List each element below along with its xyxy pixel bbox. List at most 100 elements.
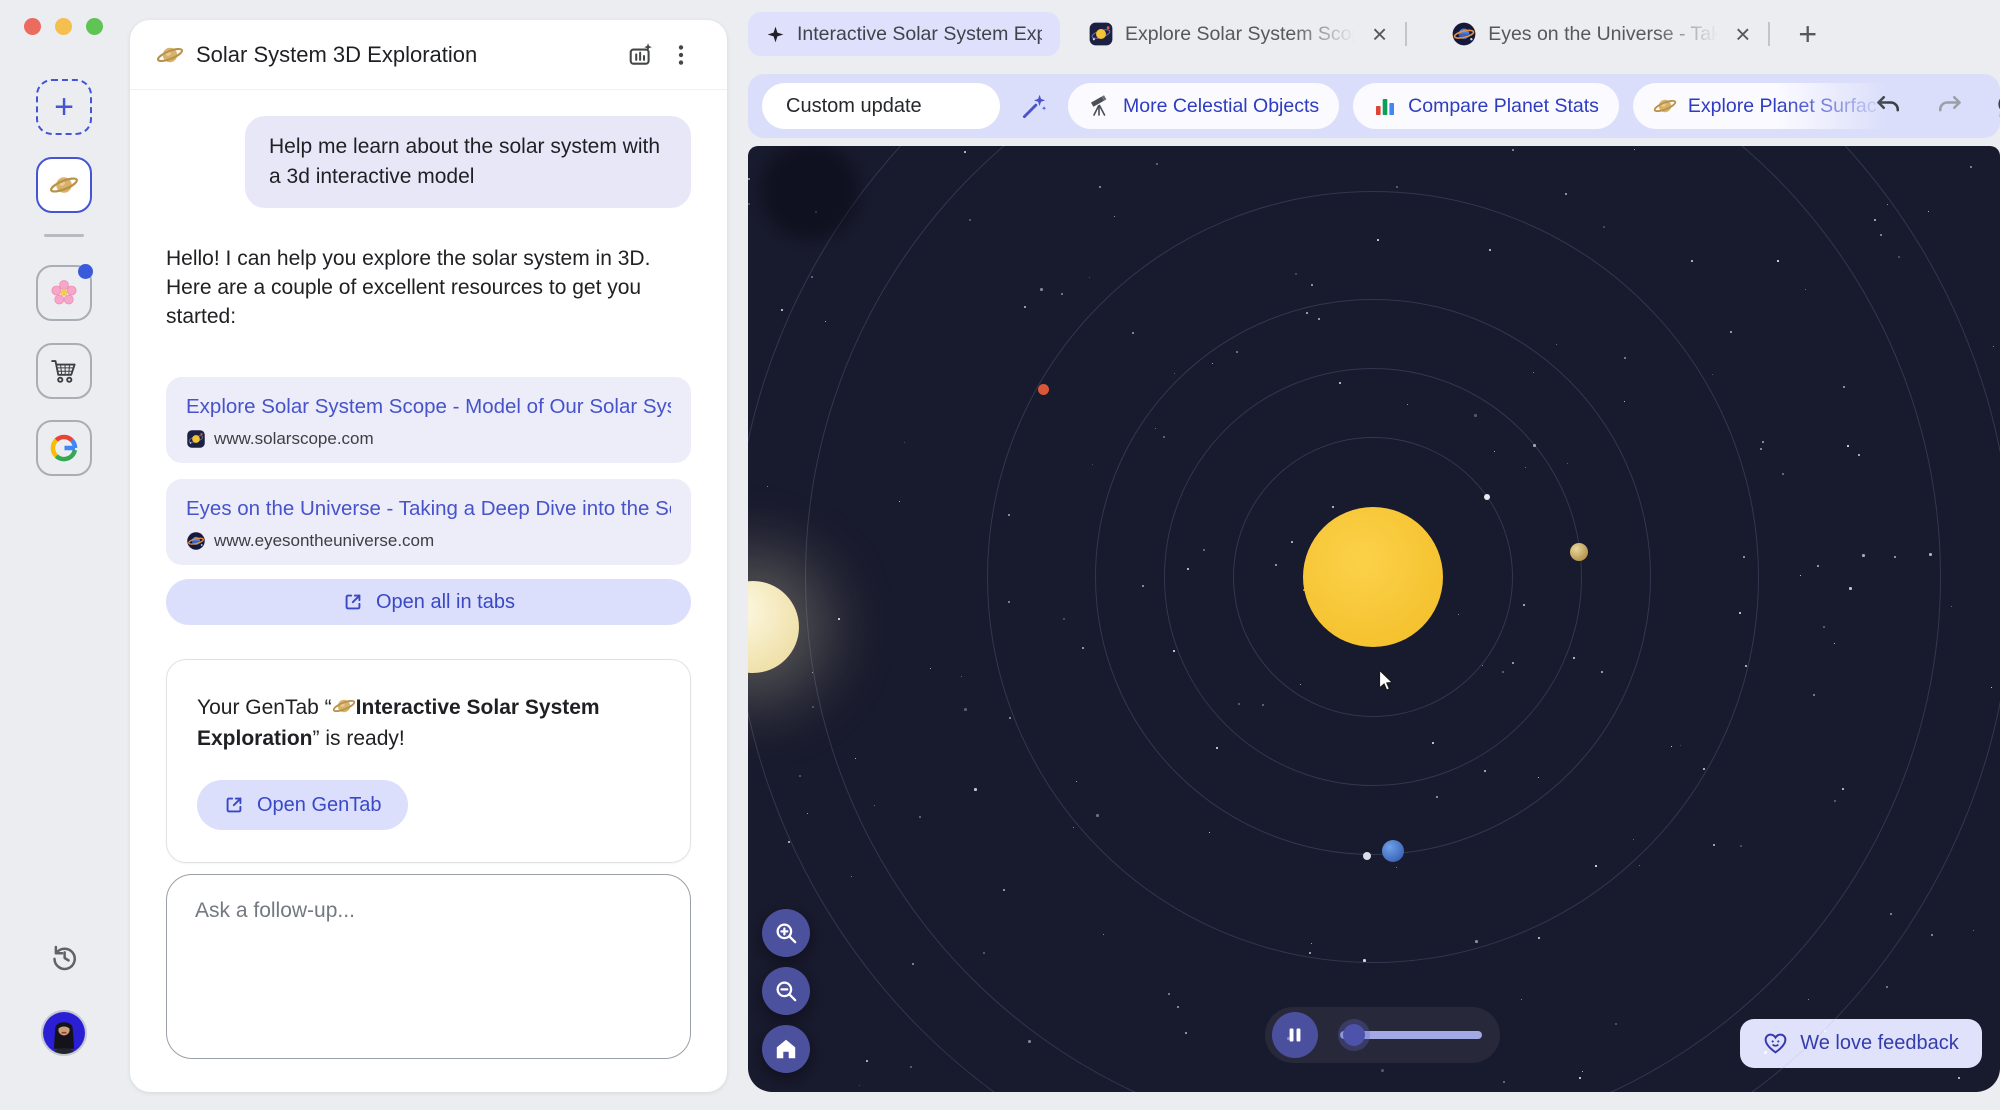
new-tab-button[interactable]: + [1798,18,1817,50]
tab-label: Interactive Solar System Explor... [797,23,1042,46]
assistant-message: Hello! I can help you explore the solar … [166,244,691,331]
tab-interactive-solar-system[interactable]: Interactive Solar System Explor... [748,12,1060,56]
open-gentab-button[interactable]: Open GenTab [197,780,408,830]
star [748,203,750,205]
star [910,1066,912,1068]
star [1993,346,1994,347]
external-link-icon [223,794,245,816]
open-gentab-label: Open GenTab [257,794,382,817]
close-tab-icon[interactable]: × [1370,21,1389,47]
chip-label: More Celestial Objects [1123,95,1319,118]
sidebar-divider [44,234,84,237]
composer [166,874,691,1059]
user-avatar[interactable] [41,1010,87,1056]
history-button[interactable] [44,937,84,977]
shadow-planet[interactable] [762,146,858,239]
earth[interactable] [1382,840,1404,862]
avatar-image [43,1012,85,1054]
eyes-universe-favicon [1451,21,1477,47]
sun[interactable] [1303,507,1443,647]
home-icon [773,1036,799,1062]
solarscope-favicon [186,429,206,449]
zoom-in-button[interactable] [762,909,810,957]
open-all-in-tabs-button[interactable]: Open all in tabs [166,579,691,625]
link-title[interactable]: Explore Solar System Scope - Model of Ou… [186,395,671,419]
zoom-in-icon [773,920,799,946]
sidebar-item-shopping[interactable] [36,343,92,399]
star [1928,211,1929,212]
saturn-icon [1653,94,1677,118]
zoom-out-button[interactable] [762,967,810,1015]
tab-separator [1405,22,1407,46]
gentab-toolbar: More Celestial Objects Compare Planet St… [748,74,2000,138]
chat-menu-button[interactable] [661,35,701,75]
zoom-out-icon [773,978,799,1004]
follow-up-input[interactable] [195,899,662,1034]
gentab-ready-card: Your GenTab “Interactive Solar System Ex… [166,659,691,863]
mars[interactable] [1038,384,1049,395]
custom-update-input[interactable] [762,83,1000,129]
link-domain: www.eyesontheuniverse.com [214,531,434,551]
telescope-icon [1088,94,1112,118]
star [866,1060,868,1062]
tab-solar-system-scope[interactable]: Explore Solar System Scope - × [1088,21,1389,47]
new-space-button[interactable]: + [36,79,92,135]
chip-label: Explore Planet Surfac [1688,95,1877,118]
insights-panel-button[interactable] [621,35,661,75]
solar-canvas[interactable]: We love feedback [748,146,2000,1092]
chip-label: Compare Planet Stats [1408,95,1599,118]
external-link-icon [342,591,364,613]
app-window: + Solar System 3D Exploration [0,0,2000,1110]
redo-button[interactable] [1931,88,1967,124]
venus[interactable] [1570,543,1588,561]
gentab-text-prefix: Your GenTab “ [197,696,332,719]
home-view-button[interactable] [762,1025,810,1073]
user-message-bubble: Help me learn about the solar system wit… [245,116,691,208]
open-all-label: Open all in tabs [376,591,515,614]
link-domain: www.solarscope.com [214,429,374,449]
resource-link-card[interactable]: Explore Solar System Scope - Model of Ou… [166,377,691,463]
sidebar: + [0,0,130,1110]
mercury[interactable] [1484,494,1490,500]
star [1931,934,1933,936]
eyes-universe-favicon [186,531,206,551]
gentab-ready-text: Your GenTab “Interactive Solar System Ex… [197,692,660,754]
star [1886,986,1888,988]
chart-sparkle-icon [628,42,654,68]
tab-separator [1768,22,1770,46]
bar-chart-icon [1373,94,1397,118]
resource-link-card[interactable]: Eyes on the Universe - Taking a Deep Div… [166,479,691,565]
tab-eyes-on-universe[interactable]: Eyes on the Universe - Taking × [1451,21,1752,47]
saturn-icon [49,170,79,200]
magic-wand-icon [1021,93,1048,120]
sparkle-icon [766,25,785,44]
close-tab-icon[interactable]: × [1733,21,1752,47]
history-icon [49,942,79,972]
tab-label: Explore Solar System Scope - [1125,23,1357,46]
star [781,309,783,311]
chip-compare-planet-stats[interactable]: Compare Planet Stats [1353,83,1619,129]
moon[interactable] [1363,852,1371,860]
cart-icon [49,356,79,386]
feedback-label: We love feedback [1800,1032,1959,1055]
chip-explore-planet-surfaces[interactable]: Explore Planet Surfac [1633,83,1897,129]
magic-wand-button[interactable] [1014,86,1054,126]
star [1970,166,1972,168]
star [859,1085,860,1086]
star [748,178,750,180]
chat-header: Solar System 3D Exploration [130,20,727,90]
sync-sparkle-icon [1995,92,2000,120]
sidebar-item-google[interactable] [36,420,92,476]
regenerate-button[interactable] [1991,88,2000,124]
cherry-blossom-icon [49,278,79,308]
chat-panel: Solar System 3D Exploration Help me lear… [130,20,727,1092]
link-title[interactable]: Eyes on the Universe - Taking a Deep Div… [186,497,671,521]
tab-strip: Interactive Solar System Explor... Explo… [748,10,2000,58]
google-icon [49,433,79,463]
sidebar-item-solar-system[interactable] [36,157,92,213]
solarscope-favicon [1088,21,1114,47]
sidebar-item-flower[interactable] [36,265,92,321]
chip-more-celestial-objects[interactable]: More Celestial Objects [1068,83,1339,129]
redo-icon [1935,92,1963,120]
star [1958,1077,1960,1079]
